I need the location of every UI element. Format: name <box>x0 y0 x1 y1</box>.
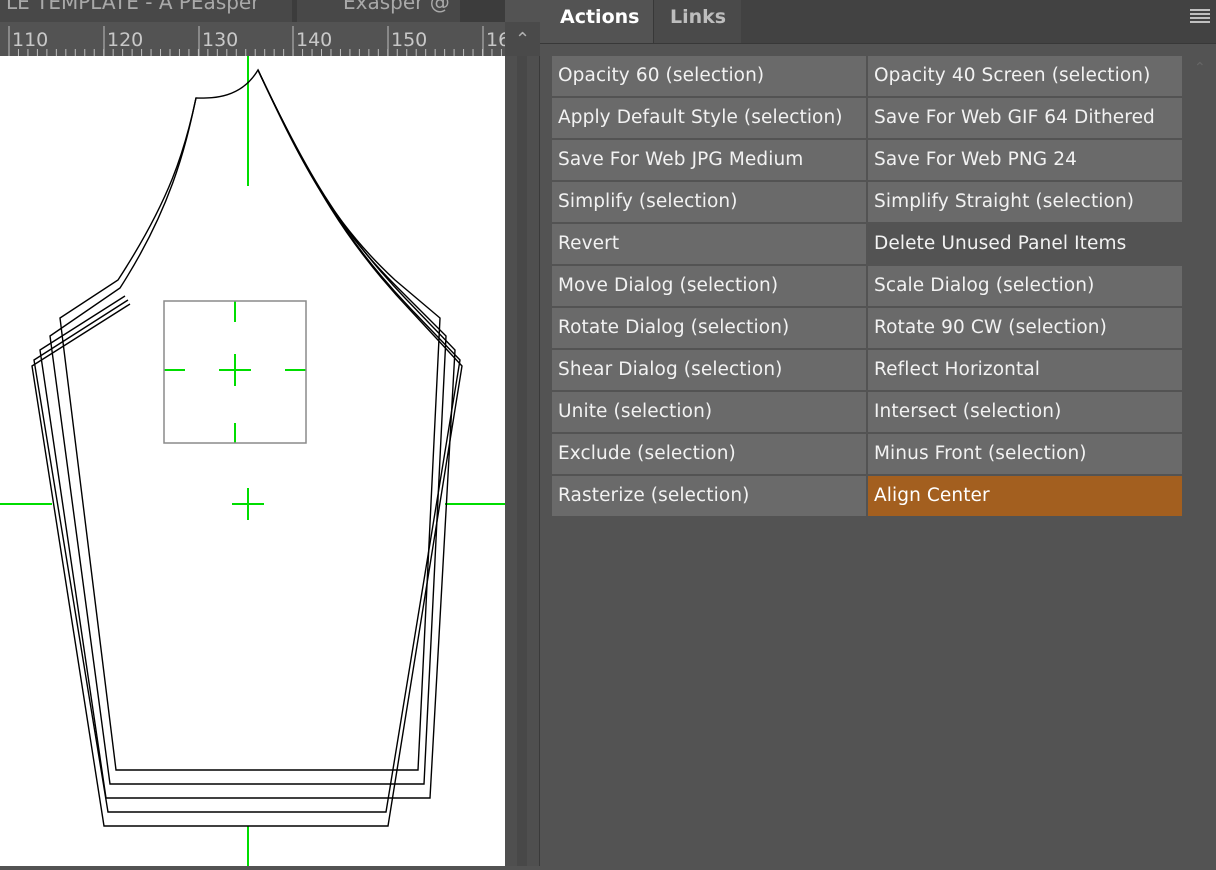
action-button[interactable]: Save For Web JPG Medium <box>552 140 866 180</box>
action-button[interactable]: Revert <box>552 224 866 264</box>
action-button[interactable]: Move Dialog (selection) <box>552 266 866 306</box>
ruler-label: 16 <box>486 29 505 51</box>
action-button[interactable]: Opacity 40 Screen (selection) <box>868 56 1182 96</box>
action-button[interactable]: Opacity 60 (selection) <box>552 56 866 96</box>
ruler-label: 120 <box>107 29 143 51</box>
hamburger-menu-icon[interactable] <box>1190 9 1210 25</box>
tab-actions[interactable]: Actions <box>540 0 653 43</box>
vertical-scrollbar[interactable] <box>505 56 540 866</box>
action-button[interactable]: Exclude (selection) <box>552 434 866 474</box>
action-button[interactable]: Save For Web PNG 24 <box>868 140 1182 180</box>
action-button[interactable]: Align Center <box>868 476 1182 516</box>
ruler-ticks: 110 120 130 140 150 16 <box>8 26 505 56</box>
artboard-canvas[interactable] <box>0 56 505 866</box>
action-button[interactable]: Delete Unused Panel Items <box>868 224 1182 264</box>
scrollbar-track[interactable] <box>517 56 527 866</box>
action-button[interactable]: Save For Web GIF 64 Dithered <box>868 98 1182 138</box>
action-button[interactable]: Apply Default Style (selection) <box>552 98 866 138</box>
action-button[interactable]: Rotate 90 CW (selection) <box>868 308 1182 348</box>
action-button[interactable]: Rotate Dialog (selection) <box>552 308 866 348</box>
actions-panel: Actions Links Opacity 60 (selection) Opac… <box>540 0 1216 866</box>
action-button[interactable]: Shear Dialog (selection) <box>552 350 866 390</box>
action-button[interactable]: Minus Front (selection) <box>868 434 1182 474</box>
action-button[interactable]: Scale Dialog (selection) <box>868 266 1182 306</box>
ruler-label: 110 <box>12 29 48 51</box>
action-button[interactable]: Simplify (selection) <box>552 182 866 222</box>
horizontal-ruler: 110 120 130 140 150 16 <box>0 22 505 56</box>
action-button[interactable]: Reflect Horizontal <box>868 350 1182 390</box>
tab-links[interactable]: Links <box>653 0 741 43</box>
ruler-label: 130 <box>202 29 238 51</box>
panel-tab-bar: Actions Links <box>540 0 1216 44</box>
document-tab[interactable]: Exasper @ <box>297 0 460 22</box>
document-tab[interactable]: LE TEMPLATE - A PEasper <box>0 0 292 22</box>
action-button[interactable]: Intersect (selection) <box>868 392 1182 432</box>
action-button[interactable]: Unite (selection) <box>552 392 866 432</box>
document-tab-bar: LE TEMPLATE - A PEasper Exasper @ <box>0 0 505 22</box>
scroll-up-chevron-icon[interactable]: ⌃ <box>505 22 540 56</box>
action-button[interactable]: Simplify Straight (selection) <box>868 182 1182 222</box>
action-button[interactable]: Rasterize (selection) <box>552 476 866 516</box>
ruler-label: 150 <box>391 29 427 51</box>
sleeve-pattern-artwork <box>0 56 505 866</box>
crosshair-guides <box>0 56 505 866</box>
panel-scroll-up-icon[interactable]: ⌃ <box>1194 60 1206 76</box>
actions-button-grid: Opacity 60 (selection) Opacity 40 Screen … <box>552 56 1182 516</box>
ruler-label: 140 <box>296 29 332 51</box>
